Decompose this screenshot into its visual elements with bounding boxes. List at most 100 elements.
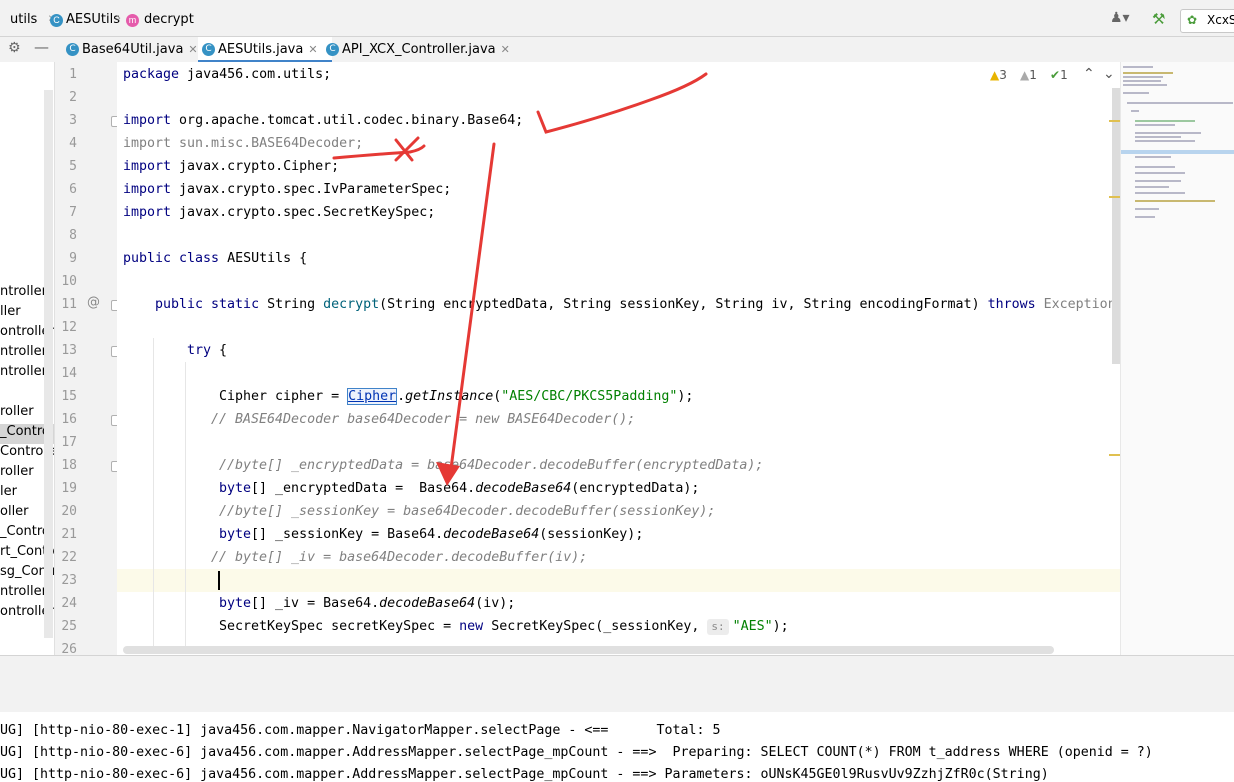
run-config-label: XcxS	[1207, 13, 1234, 27]
line-number: 5	[69, 159, 77, 174]
line-number: 11	[61, 297, 77, 312]
minimap-line	[1135, 192, 1185, 194]
warning-stripe-marker[interactable]	[1109, 454, 1120, 456]
weak-warning-icon: ▲	[1020, 68, 1030, 82]
tab-api-xcx-controller[interactable]: C API_XCX_Controller.java ✕	[322, 37, 510, 62]
parameter-hint: s:	[707, 619, 729, 635]
tab-label: AESUtils.java	[218, 42, 304, 57]
chevron-down-icon[interactable]: ⌄	[1103, 66, 1115, 82]
line-number: 16	[61, 412, 77, 427]
code-line-4: import sun.misc.BASE64Decoder;	[123, 136, 364, 151]
chevron-up-icon[interactable]: ⌃	[1083, 66, 1095, 82]
line-number: 21	[61, 527, 77, 542]
tab-base64util[interactable]: C Base64Util.java ✕	[62, 37, 198, 62]
minimap-line	[1135, 156, 1171, 158]
indent-guide	[185, 362, 186, 652]
weak-warnings-indicator[interactable]: ▲1	[1020, 68, 1037, 82]
code-line-19: byte[] _encryptedData = Base64.decodeBas…	[219, 481, 700, 496]
minimap-line	[1123, 72, 1173, 74]
tab-label: Base64Util.java	[82, 42, 184, 57]
code-line-7: import javax.crypto.spec.SecretKeySpec;	[123, 205, 436, 220]
class-icon: C	[202, 43, 215, 56]
minimap-line	[1123, 66, 1153, 68]
minimap-line	[1135, 120, 1195, 122]
spring-icon: ✿	[1187, 13, 1198, 27]
code-line-16: // BASE64Decoder base64Decoder = new BAS…	[211, 412, 636, 427]
code-line-13: try {	[187, 343, 228, 358]
minimap-line	[1135, 208, 1159, 210]
close-icon[interactable]: ✕	[308, 43, 317, 56]
line-number: 3	[69, 113, 77, 128]
line-number: 20	[61, 504, 77, 519]
breadcrumb-utils[interactable]: utils	[10, 12, 37, 27]
line-number: 2	[69, 90, 77, 105]
code-line-1: package java456.com.utils;	[123, 67, 332, 82]
breadcrumb-aesutils[interactable]: AESUtils	[66, 12, 120, 27]
minimap-viewport[interactable]	[1121, 150, 1234, 154]
line-number: 13	[61, 343, 77, 358]
run-console[interactable]: UG] [http-nio-80-exec-1] java456.com.map…	[0, 712, 1234, 782]
line-number: 6	[69, 182, 77, 197]
minimap-line	[1135, 166, 1175, 168]
text-caret	[218, 571, 220, 590]
breadcrumb-decrypt[interactable]: decrypt	[144, 12, 194, 27]
check-icon: ✔	[1050, 68, 1061, 82]
minimap-line	[1131, 110, 1139, 112]
typos-ok-indicator[interactable]: ✔1	[1050, 68, 1068, 82]
warning-stripe-marker[interactable]	[1109, 196, 1120, 198]
line-number: 18	[61, 458, 77, 473]
minimap-line	[1135, 132, 1201, 134]
line-number: 23	[61, 573, 77, 588]
close-icon[interactable]: ✕	[188, 43, 197, 56]
line-number: 4	[69, 136, 77, 151]
indent-guide	[153, 338, 154, 648]
current-line-highlight	[117, 569, 1120, 592]
minimap-line	[1135, 200, 1215, 202]
line-number: 25	[61, 619, 77, 634]
navigation-bar: utils › C AESUtils › m decrypt ♟▾ ⚒ ✿ Xc…	[0, 4, 1234, 37]
code-line-15: Cipher cipher = Cipher.getInstance("AES/…	[219, 388, 694, 405]
gear-icon[interactable]: ⚙	[8, 40, 21, 56]
code-line-3: import org.apache.tomcat.util.codec.bina…	[123, 113, 524, 128]
minimap-line	[1135, 180, 1181, 182]
minimize-icon[interactable]: —	[34, 38, 49, 56]
code-line-18: //byte[] _encryptedData = base64Decoder.…	[219, 458, 764, 473]
minimap-line	[1135, 140, 1195, 142]
class-icon: C	[50, 14, 63, 27]
console-line: UG] [http-nio-80-exec-1] java456.com.map…	[0, 723, 721, 738]
console-line: UG] [http-nio-80-exec-6] java456.com.map…	[0, 767, 1049, 782]
line-number: 24	[61, 596, 77, 611]
run-configuration-selector[interactable]: ✿ XcxS	[1180, 9, 1234, 33]
console-line: UG] [http-nio-80-exec-6] java456.com.map…	[0, 745, 1153, 760]
horizontal-scrollbar[interactable]	[123, 646, 1054, 654]
person-icon[interactable]: ♟▾	[1110, 10, 1130, 26]
override-marker-icon[interactable]: @	[87, 295, 100, 310]
line-number: 22	[61, 550, 77, 565]
close-icon[interactable]: ✕	[501, 43, 510, 56]
minimap-line	[1135, 216, 1155, 218]
code-minimap[interactable]	[1120, 62, 1234, 655]
code-line-21: byte[] _sessionKey = Base64.decodeBase64…	[219, 527, 644, 542]
code-line-22: // byte[] _iv = base64Decoder.decodeBuff…	[211, 550, 588, 565]
minimap-line	[1135, 124, 1175, 126]
method-icon: m	[126, 14, 139, 27]
minimap-line	[1123, 92, 1149, 94]
tab-aesutils[interactable]: C AESUtils.java ✕	[198, 37, 332, 63]
code-line-24: byte[] _iv = Base64.decodeBase64(iv);	[219, 596, 516, 611]
tool-window-divider[interactable]	[0, 655, 1234, 713]
line-number: 17	[61, 435, 77, 450]
code-line-9: public class AESUtils {	[123, 251, 308, 266]
hammer-icon[interactable]: ⚒	[1152, 10, 1165, 28]
line-number: 7	[69, 205, 77, 220]
minimap-line	[1123, 76, 1163, 78]
line-number: 8	[69, 228, 77, 243]
minimap-line	[1135, 172, 1185, 174]
line-number: 10	[61, 274, 77, 289]
line-number: 15	[61, 389, 77, 404]
warning-stripe-marker[interactable]	[1109, 120, 1120, 122]
line-number: 14	[61, 366, 77, 381]
tab-label: API_XCX_Controller.java	[342, 42, 496, 57]
vertical-scrollbar[interactable]	[1112, 88, 1120, 364]
warnings-indicator[interactable]: ▲3	[990, 68, 1007, 82]
code-line-11: public static String decrypt(String encr…	[155, 297, 1116, 312]
